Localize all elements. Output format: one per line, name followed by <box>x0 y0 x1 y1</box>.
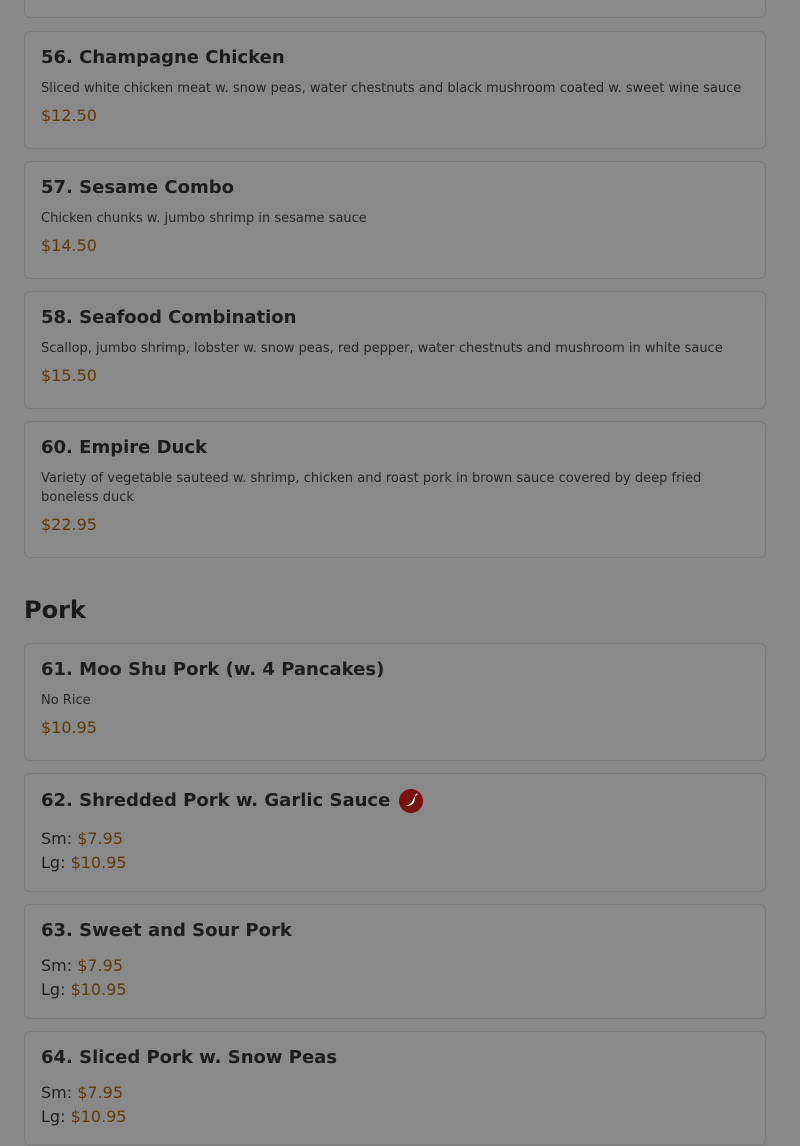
section-title-pork: Pork <box>24 596 86 624</box>
menu-item-price: $15.50 <box>41 366 97 385</box>
menu-item-card[interactable]: 60. Empire Duck Variety of vegetable sau… <box>24 421 766 558</box>
menu-item-price: $14.50 <box>41 236 97 255</box>
menu-item-title: 56. Champagne Chicken <box>41 47 285 68</box>
menu-item-price: $12.50 <box>41 106 97 125</box>
size-price-row: Lg: $10.95 <box>41 851 749 875</box>
size-price-row: Sm: $7.95 <box>41 954 749 978</box>
size-price-row: Sm: $7.95 <box>41 1081 749 1105</box>
menu-item-title: 62. Shredded Pork w. Garlic Sauce <box>41 790 391 811</box>
size-label: Sm: <box>41 829 73 848</box>
chili-pepper-icon <box>399 789 424 813</box>
size-label: Lg: <box>41 980 66 999</box>
size-price: $7.95 <box>77 1083 124 1102</box>
menu-item-card[interactable]: 63. Sweet and Sour Pork Sm: $7.95 Lg: $1… <box>24 904 766 1019</box>
menu-item-card[interactable] <box>24 0 766 18</box>
menu-item-price: $10.95 <box>41 718 97 737</box>
menu-item-card[interactable]: 64. Sliced Pork w. Snow Peas Sm: $7.95 L… <box>24 1031 766 1146</box>
menu-item-card[interactable]: 61. Moo Shu Pork (w. 4 Pancakes) No Rice… <box>24 643 766 761</box>
menu-item-description: Scallop, jumbo shrimp, lobster w. snow p… <box>41 341 723 356</box>
menu-item-title: 57. Sesame Combo <box>41 177 234 198</box>
size-price: $10.95 <box>70 853 127 872</box>
size-label: Sm: <box>41 1083 73 1102</box>
size-price: $7.95 <box>77 829 124 848</box>
menu-item-title: 63. Sweet and Sour Pork <box>41 920 292 941</box>
menu-item-title: 61. Moo Shu Pork (w. 4 Pancakes) <box>41 659 385 680</box>
menu-item-title: 60. Empire Duck <box>41 437 208 458</box>
menu-item-description: Chicken chunks w. jumbo shrimp in sesame… <box>41 211 367 226</box>
size-price-row: Lg: $10.95 <box>41 1105 749 1129</box>
menu-item-card[interactable]: 58. Seafood Combination Scallop, jumbo s… <box>24 291 766 409</box>
size-price-row: Sm: $7.95 <box>41 827 749 851</box>
menu-item-card[interactable]: 57. Sesame Combo Chicken chunks w. jumbo… <box>24 161 766 279</box>
size-price: $10.95 <box>70 980 127 999</box>
menu-item-description: Variety of vegetable sauteed w. shrimp, … <box>41 471 702 505</box>
menu-item-description: No Rice <box>41 693 91 708</box>
size-price: $7.95 <box>77 956 124 975</box>
menu-item-title: 58. Seafood Combination <box>41 307 297 328</box>
menu-item-title: 64. Sliced Pork w. Snow Peas <box>41 1047 338 1068</box>
menu-item-card[interactable]: 62. Shredded Pork w. Garlic Sauce Sm: $7… <box>24 773 766 892</box>
menu-item-title-row: 62. Shredded Pork w. Garlic Sauce <box>41 789 749 813</box>
size-price-row: Lg: $10.95 <box>41 978 749 1002</box>
menu-item-description: Sliced white chicken meat w. snow peas, … <box>41 81 742 96</box>
size-label: Lg: <box>41 853 66 872</box>
size-label: Sm: <box>41 956 73 975</box>
menu-item-card[interactable]: 56. Champagne Chicken Sliced white chick… <box>24 31 766 149</box>
menu-item-price: $22.95 <box>41 515 97 534</box>
